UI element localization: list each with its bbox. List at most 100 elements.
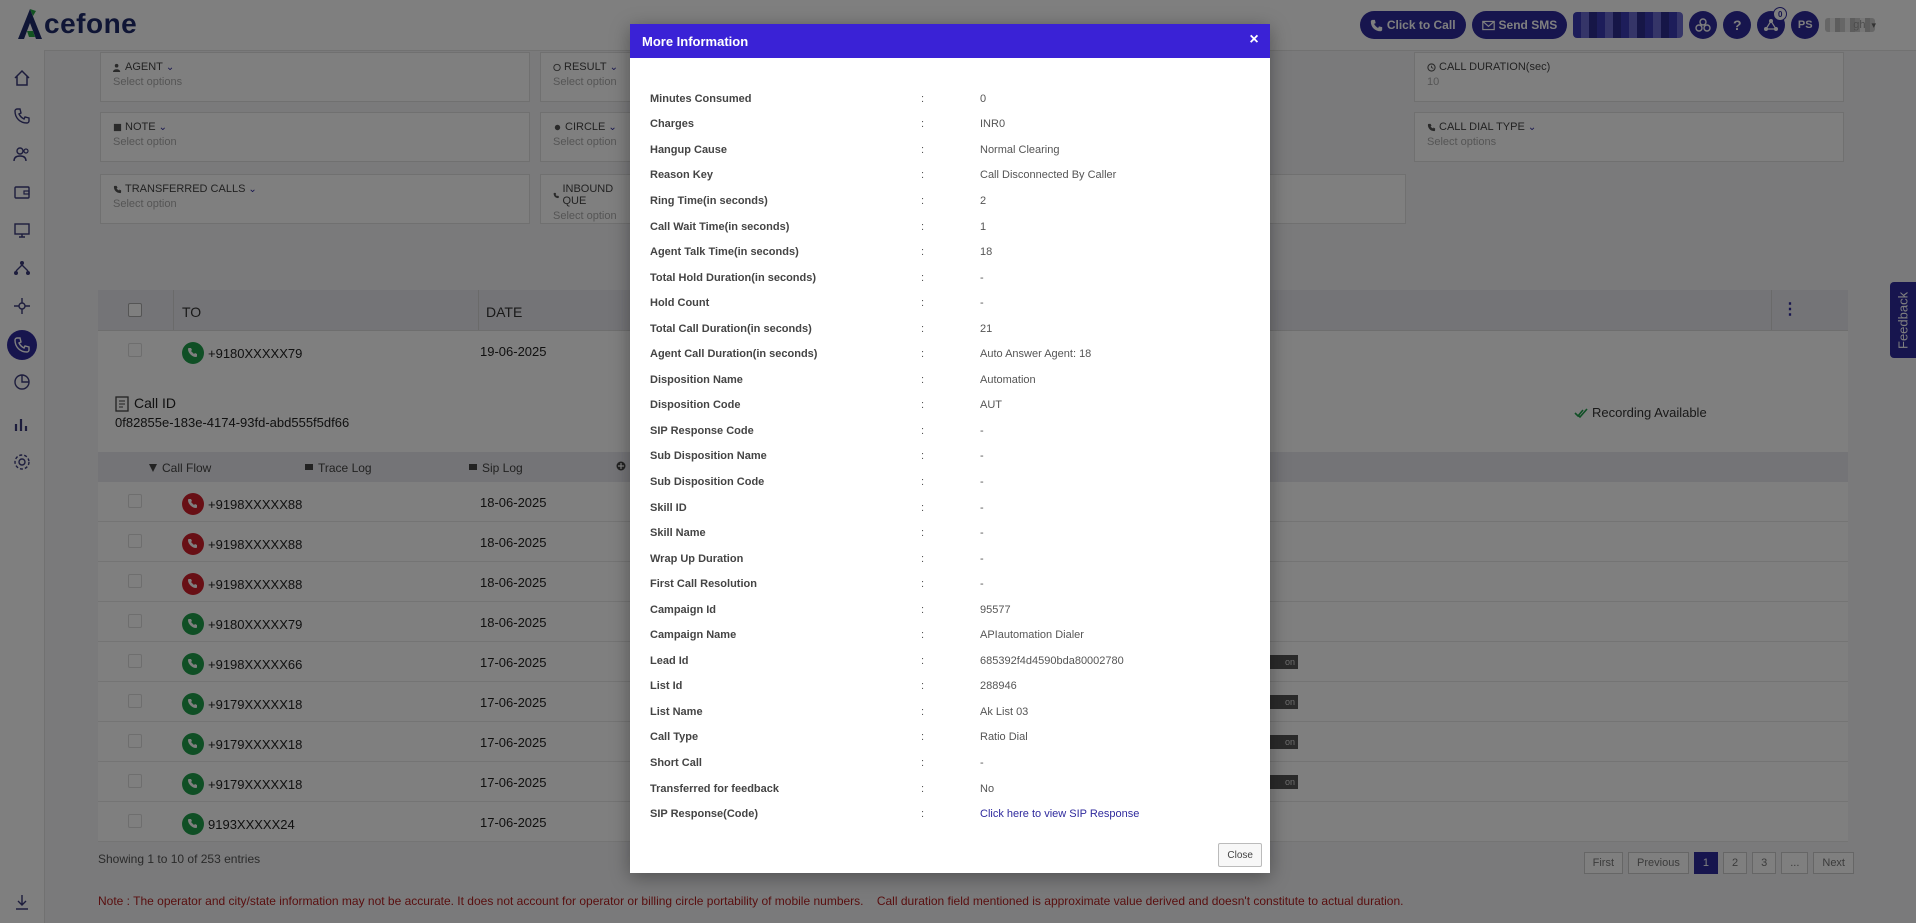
info-label: Call Type (650, 731, 699, 744)
info-label: Charges (650, 118, 695, 131)
info-label: Ring Time(in seconds) (650, 194, 768, 207)
info-row: Lead Id: 685392f4d4590bda80002780 (650, 648, 1250, 674)
info-label: Total Hold Duration(in seconds) (650, 271, 817, 284)
info-label: Lead Id (650, 654, 689, 667)
info-label: Call Wait Time(in seconds) (650, 220, 790, 233)
modal-header: More Information × (630, 24, 1270, 58)
info-value: INR0 (980, 118, 1006, 131)
info-colon: : (921, 578, 925, 591)
info-label: Sub Disposition Code (650, 475, 765, 488)
info-value: - (980, 501, 984, 514)
info-colon: : (921, 680, 925, 693)
info-value: 1 (980, 220, 987, 233)
info-colon: : (921, 271, 925, 284)
info-value: - (980, 527, 984, 540)
info-row: List Id: 288946 (650, 674, 1250, 700)
close-icon[interactable]: × (1246, 32, 1262, 48)
info-colon: : (921, 118, 925, 131)
info-label: Skill ID (650, 501, 687, 514)
info-label: Short Call (650, 756, 702, 769)
info-value: - (980, 271, 984, 284)
info-label: First Call Resolution (650, 578, 757, 591)
info-value: 0 (980, 92, 987, 105)
info-row: Charges: INR0 (650, 112, 1250, 138)
info-colon: : (921, 373, 925, 386)
info-colon: : (921, 348, 925, 361)
info-row: SIP Response(Code): Click here to view SI… (650, 801, 1250, 827)
info-colon: : (921, 220, 925, 233)
info-label: Minutes Consumed (650, 92, 752, 105)
info-label: Hold Count (650, 297, 710, 310)
info-colon: : (921, 424, 925, 437)
info-row: Transferred for feedback: No (650, 776, 1250, 802)
info-colon: : (921, 194, 925, 207)
modal-title: More Information (642, 33, 749, 49)
info-row: Ring Time(in seconds): 2 (650, 188, 1250, 214)
info-colon: : (921, 169, 925, 182)
info-colon: : (921, 450, 925, 463)
info-row: Disposition Name: Automation (650, 367, 1250, 393)
info-colon: : (921, 756, 925, 769)
info-value: Ak List 03 (980, 705, 1029, 718)
info-row: Reason Key: Call Disconnected By Caller (650, 163, 1250, 189)
info-label: Hangup Cause (650, 143, 728, 156)
info-value: - (980, 424, 984, 437)
info-colon: : (921, 143, 925, 156)
info-value: 18 (980, 246, 993, 259)
info-value: - (980, 578, 984, 591)
info-value: Ratio Dial (980, 731, 1028, 744)
info-label: Disposition Name (650, 373, 743, 386)
info-row: Hold Count: - (650, 290, 1250, 316)
info-colon: : (921, 92, 925, 105)
info-value: 288946 (980, 680, 1017, 693)
info-row: Call Wait Time(in seconds): 1 (650, 214, 1250, 240)
info-value: - (980, 297, 984, 310)
info-colon: : (921, 552, 925, 565)
info-value: No (980, 782, 995, 795)
info-row: Minutes Consumed: 0 (650, 86, 1250, 112)
info-label: Wrap Up Duration (650, 552, 744, 565)
info-row: Campaign Name: APIautomation Dialer (650, 622, 1250, 648)
info-row: Campaign Id: 95577 (650, 597, 1250, 623)
info-colon: : (921, 475, 925, 488)
info-row: Hangup Cause: Normal Clearing (650, 137, 1250, 163)
info-colon: : (921, 501, 925, 514)
info-row: Agent Call Duration(in seconds): Auto Ans… (650, 341, 1250, 367)
info-label: SIP Response Code (650, 424, 754, 437)
info-colon: : (921, 705, 925, 718)
sip-response-link[interactable]: Click here to view SIP Response (980, 808, 1139, 820)
info-label: Sub Disposition Name (650, 450, 767, 463)
info-value: 685392f4d4590bda80002780 (980, 654, 1124, 667)
info-row: SIP Response Code: - (650, 418, 1250, 444)
info-colon: : (921, 654, 925, 667)
info-value: - (980, 756, 984, 769)
info-value: - (980, 475, 984, 488)
info-row: Total Hold Duration(in seconds): - (650, 265, 1250, 291)
info-label: Campaign Name (650, 629, 737, 642)
info-colon: : (921, 808, 925, 821)
info-label: Agent Talk Time(in seconds) (650, 246, 799, 259)
info-row: Disposition Code: AUT (650, 393, 1250, 419)
info-colon: : (921, 629, 925, 642)
info-value: Automation (980, 373, 1036, 386)
info-row: Skill ID: - (650, 495, 1250, 521)
info-row: List Name: Ak List 03 (650, 699, 1250, 725)
info-label: SIP Response(Code) (650, 808, 758, 821)
info-value: AUT (980, 399, 1002, 412)
info-colon: : (921, 246, 925, 259)
info-row: Short Call: - (650, 750, 1250, 776)
info-value: 2 (980, 194, 987, 207)
info-colon: : (921, 731, 925, 744)
info-row: Call Type: Ratio Dial (650, 725, 1250, 751)
info-label: Skill Name (650, 527, 706, 540)
close-button[interactable]: Close (1218, 843, 1262, 867)
info-value: 21 (980, 322, 993, 335)
info-value: Normal Clearing (980, 143, 1060, 156)
info-row: Sub Disposition Name: - (650, 444, 1250, 470)
info-label: Reason Key (650, 169, 713, 182)
info-value: Call Disconnected By Caller (980, 169, 1117, 182)
info-value: 95577 (980, 603, 1011, 616)
info-label: Disposition Code (650, 399, 741, 412)
info-colon: : (921, 399, 925, 412)
info-label: Campaign Id (650, 603, 717, 616)
